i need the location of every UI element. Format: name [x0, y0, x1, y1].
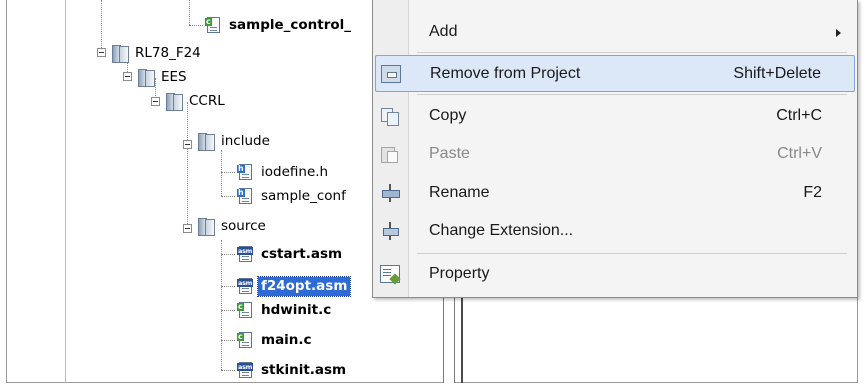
c-source-file-icon: c [205, 16, 222, 34]
tree-node-label: f24opt.asm [256, 275, 352, 297]
copy-icon [380, 107, 400, 126]
tree-node[interactable]: c main.c [237, 329, 315, 351]
asm-file-icon: asm [237, 361, 254, 379]
menu-item-shortcut: Ctrl+C [776, 107, 822, 124]
tree-node-label: sample_control_ [229, 16, 352, 33]
asm-file-icon: asm [237, 245, 254, 263]
project-tree: c sample_control_ RL78_F24 EES CCRL incl… [7, 0, 427, 383]
menu-separator [417, 94, 847, 95]
tree-node-label: source [221, 217, 266, 234]
menu-item-shortcut: F2 [803, 184, 822, 201]
tree-node-label: main.c [261, 331, 312, 348]
menu-item-add[interactable]: Add [375, 14, 855, 51]
tree-node-label: stkinit.asm [261, 361, 347, 378]
menu-item-label: Add [429, 23, 458, 40]
menu-item-label: Paste [429, 145, 470, 162]
menu-item-shortcut: Shift+Delete [733, 65, 821, 82]
menu-item-copy[interactable]: Copy Ctrl+C [375, 98, 855, 135]
menu-item-change-extension[interactable]: Change Extension... [375, 213, 855, 250]
paste-icon [380, 145, 400, 163]
tree-connector [221, 286, 235, 287]
submenu-arrow-icon [836, 29, 841, 37]
h-header-file-icon: h [237, 187, 254, 205]
tree-node-label: EES [161, 68, 187, 85]
tree-node[interactable]: include [197, 130, 273, 152]
c-source-file-icon: c [237, 301, 254, 319]
menu-separator [417, 253, 847, 254]
tree-connector [221, 150, 222, 196]
tree-connector [221, 340, 235, 341]
collapse-toggle[interactable] [151, 97, 160, 106]
folder-icon [197, 217, 215, 236]
menu-item-label: Rename [429, 184, 490, 201]
property-icon [380, 265, 400, 283]
folder-icon [197, 132, 215, 151]
tree-node[interactable]: EES [137, 66, 190, 88]
menu-separator [417, 52, 847, 53]
collapse-toggle[interactable] [97, 48, 106, 57]
tree-node-label: hdwinit.c [261, 301, 332, 318]
folder-icon [111, 44, 129, 63]
tree-node-label: cstart.asm [261, 245, 343, 262]
menu-item-label: Copy [429, 107, 467, 124]
tree-connector [189, 25, 203, 26]
tree-node-label: RL78_F24 [135, 44, 201, 61]
tree-node[interactable]: c hdwinit.c [237, 299, 334, 321]
menu-item-property[interactable]: Property [375, 256, 855, 293]
remove-from-project-icon [381, 65, 401, 83]
menu-item-rename[interactable]: Rename F2 [375, 175, 855, 212]
tree-node[interactable]: asm cstart.asm [237, 243, 345, 265]
tree-node-label: CCRL [189, 92, 225, 109]
context-menu: Add Remove from Project Shift+Delete Cop… [372, 0, 858, 298]
menu-item-label: Property [429, 265, 490, 282]
menu-item-label: Change Extension... [429, 222, 574, 239]
tree-node[interactable]: CCRL [165, 90, 228, 112]
tree-connector [221, 370, 235, 371]
menu-item-remove-from-project[interactable]: Remove from Project Shift+Delete [375, 55, 855, 92]
tree-node-label: include [221, 132, 270, 149]
tree-connector [221, 310, 235, 311]
folder-icon [137, 68, 155, 87]
tree-node[interactable]: c sample_control_ [205, 14, 354, 36]
tree-node[interactable]: source [197, 215, 269, 237]
collapse-toggle[interactable] [183, 224, 192, 233]
folder-icon [165, 92, 183, 111]
asm-file-icon: asm [237, 277, 254, 295]
change-extension-icon [380, 222, 400, 240]
tree-connector [221, 172, 235, 173]
tree-node[interactable]: h iodefine.h [237, 161, 331, 183]
h-header-file-icon: h [237, 163, 254, 181]
tree-connector [101, 0, 102, 52]
menu-item-label: Remove from Project [430, 65, 581, 82]
tree-node[interactable]: asm stkinit.asm [237, 359, 349, 381]
tree-node-label: sample_conf [261, 187, 346, 204]
tree-connector [187, 102, 188, 228]
tree-node[interactable]: h sample_conf [237, 185, 349, 207]
tree-node-label: iodefine.h [261, 163, 329, 180]
collapse-toggle[interactable] [123, 72, 132, 81]
c-source-file-icon: c [237, 331, 254, 349]
menu-item-shortcut: Ctrl+V [777, 145, 822, 162]
rename-icon [380, 184, 400, 202]
tree-connector [189, 0, 190, 25]
collapse-toggle[interactable] [183, 140, 192, 149]
tree-connector [221, 240, 222, 370]
panel-border [65, 0, 66, 383]
tree-connector [221, 196, 235, 197]
menu-item-paste[interactable]: Paste Ctrl+V [375, 136, 855, 173]
tree-connector [221, 254, 235, 255]
tree-node[interactable]: RL78_F24 [111, 42, 204, 64]
tree-node-selected[interactable]: asm f24opt.asm [237, 275, 352, 297]
